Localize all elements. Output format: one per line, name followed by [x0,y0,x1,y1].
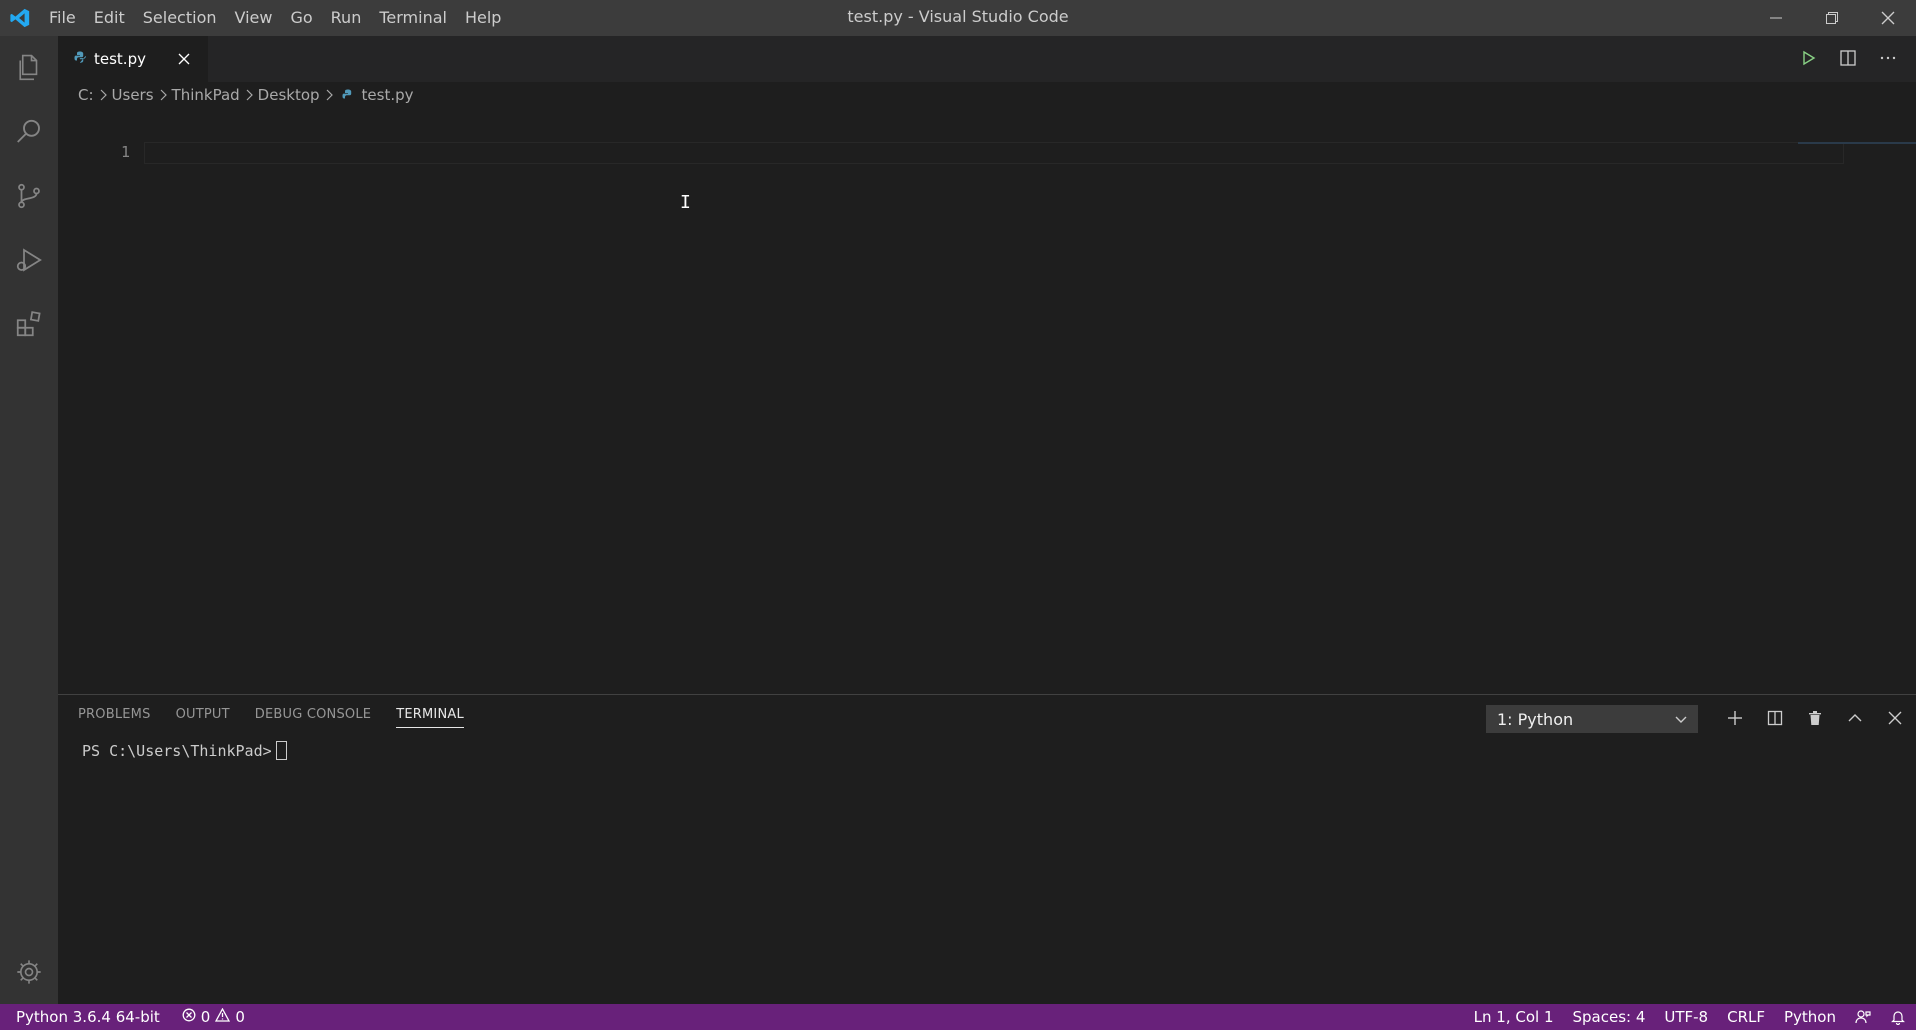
error-count: 0 [200,1008,211,1026]
bell-icon[interactable] [1890,1009,1906,1025]
more-actions-icon[interactable] [1876,46,1900,70]
restore-button[interactable] [1804,0,1860,36]
python-file-icon [74,51,86,67]
menu-go[interactable]: Go [281,0,321,36]
minimap[interactable] [1798,142,1916,144]
end-of-line[interactable]: CRLF [1727,1008,1765,1026]
cursor-position[interactable]: Ln 1, Col 1 [1474,1008,1554,1026]
minimize-button[interactable] [1748,0,1804,36]
breadcrumb-item-users[interactable]: Users [112,86,154,104]
chevron-right-icon [244,89,254,101]
terminal-select[interactable]: 1: Python [1486,705,1698,733]
warning-icon [215,1007,231,1026]
breadcrumb-item-desktop[interactable]: Desktop [258,86,320,104]
editor-area: test.py C: Users ThinkPad Desktop test.p… [58,36,1916,694]
new-terminal-icon[interactable] [1724,705,1746,731]
terminal-output[interactable]: PS C:\Users\ThinkPad> [82,741,287,760]
explorer-icon[interactable] [0,36,58,100]
tab-test-py[interactable]: test.py [58,36,208,82]
editor-actions [1796,46,1900,70]
chevron-right-icon [98,89,108,101]
menu-edit[interactable]: Edit [85,0,134,36]
breadcrumb-item-drive[interactable]: C: [78,86,94,104]
title-bar: File Edit Selection View Go Run Terminal… [0,0,1916,36]
tab-problems[interactable]: PROBLEMS [78,707,151,728]
close-icon[interactable] [174,49,194,69]
extensions-icon[interactable] [0,292,58,356]
menu-selection[interactable]: Selection [134,0,226,36]
feedback-icon[interactable] [1855,1009,1871,1025]
editor-text-area[interactable] [144,142,1844,164]
close-panel-icon[interactable] [1884,705,1906,731]
menu-view[interactable]: View [226,0,282,36]
breadcrumb: C: Users ThinkPad Desktop test.py [78,82,414,108]
tab-terminal[interactable]: TERMINAL [396,707,464,728]
error-icon [182,1008,196,1026]
search-icon[interactable] [0,100,58,164]
breadcrumb-item-file[interactable]: test.py [362,86,414,104]
python-file-icon [342,89,354,101]
panel-actions [1724,705,1906,731]
terminal-select-value: 1: Python [1497,709,1574,729]
menu-run[interactable]: Run [322,0,371,36]
problems-status[interactable]: 0 0 [182,1007,245,1026]
tab-label: test.py [94,50,146,68]
panel-tabs: PROBLEMS OUTPUT DEBUG CONSOLE TERMINAL [78,707,464,728]
python-interpreter[interactable]: Python 3.6.4 64-bit [16,1008,160,1026]
chevron-down-icon [1673,711,1689,731]
vscode-logo-icon [0,0,40,36]
editor-tabs-bar: test.py [58,36,1916,82]
bottom-panel: PROBLEMS OUTPUT DEBUG CONSOLE TERMINAL 1… [58,694,1916,1004]
tab-debug-console[interactable]: DEBUG CONSOLE [255,707,371,728]
source-control-icon[interactable] [0,164,58,228]
chevron-right-icon [158,89,168,101]
menu-bar: File Edit Selection View Go Run Terminal… [40,0,510,36]
window-controls [1748,0,1916,36]
indentation[interactable]: Spaces: 4 [1572,1008,1645,1026]
tab-output[interactable]: OUTPUT [176,707,230,728]
status-bar: Python 3.6.4 64-bit 0 0 Ln 1, Col 1 Spac… [0,1004,1916,1030]
menu-terminal[interactable]: Terminal [370,0,456,36]
close-window-button[interactable] [1860,0,1916,36]
run-debug-icon[interactable] [0,228,58,292]
run-python-file-icon[interactable] [1796,46,1820,70]
language-mode[interactable]: Python [1784,1008,1836,1026]
chevron-up-icon[interactable] [1844,705,1866,731]
menu-file[interactable]: File [40,0,85,36]
activity-bar [0,36,58,1004]
encoding[interactable]: UTF-8 [1664,1008,1708,1026]
warning-count: 0 [235,1008,245,1026]
terminal-cursor [275,741,287,760]
trash-icon[interactable] [1804,705,1826,731]
mouse-cursor-icon: I [680,192,691,213]
breadcrumb-item-thinkpad[interactable]: ThinkPad [172,86,240,104]
split-terminal-icon[interactable] [1764,705,1786,731]
menu-help[interactable]: Help [456,0,510,36]
line-number: 1 [120,143,130,161]
split-editor-icon[interactable] [1836,46,1860,70]
gear-icon[interactable] [0,940,58,1004]
chevron-right-icon [324,89,334,101]
terminal-prompt: PS C:\Users\ThinkPad> [82,741,272,760]
